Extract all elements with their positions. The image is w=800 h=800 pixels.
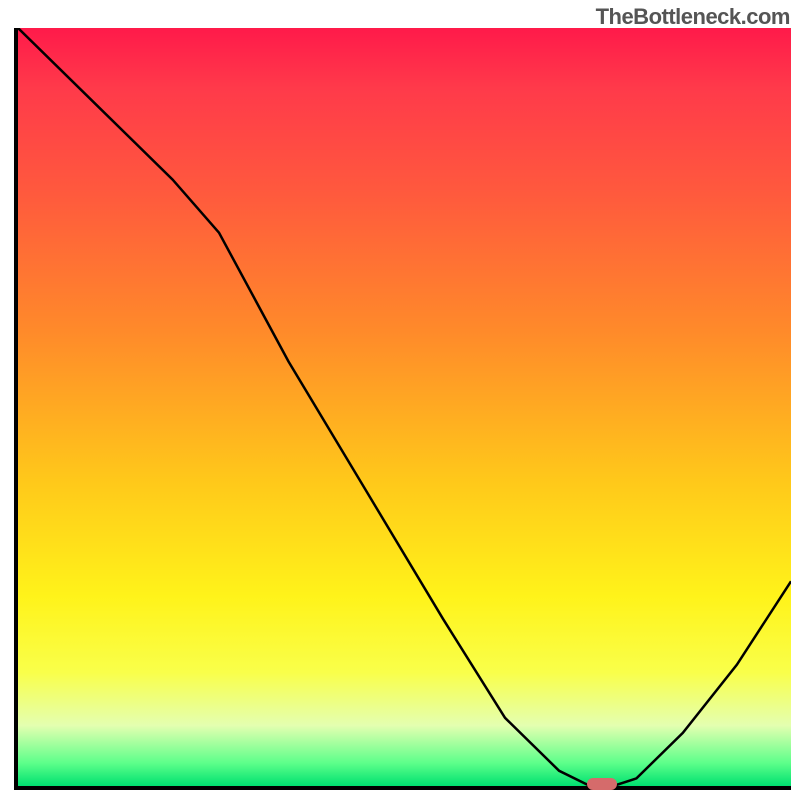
chart-plot-area bbox=[14, 28, 791, 790]
bottleneck-curve bbox=[18, 28, 791, 786]
watermark-text: TheBottleneck.com bbox=[596, 4, 790, 30]
optimal-point-marker bbox=[587, 778, 617, 790]
